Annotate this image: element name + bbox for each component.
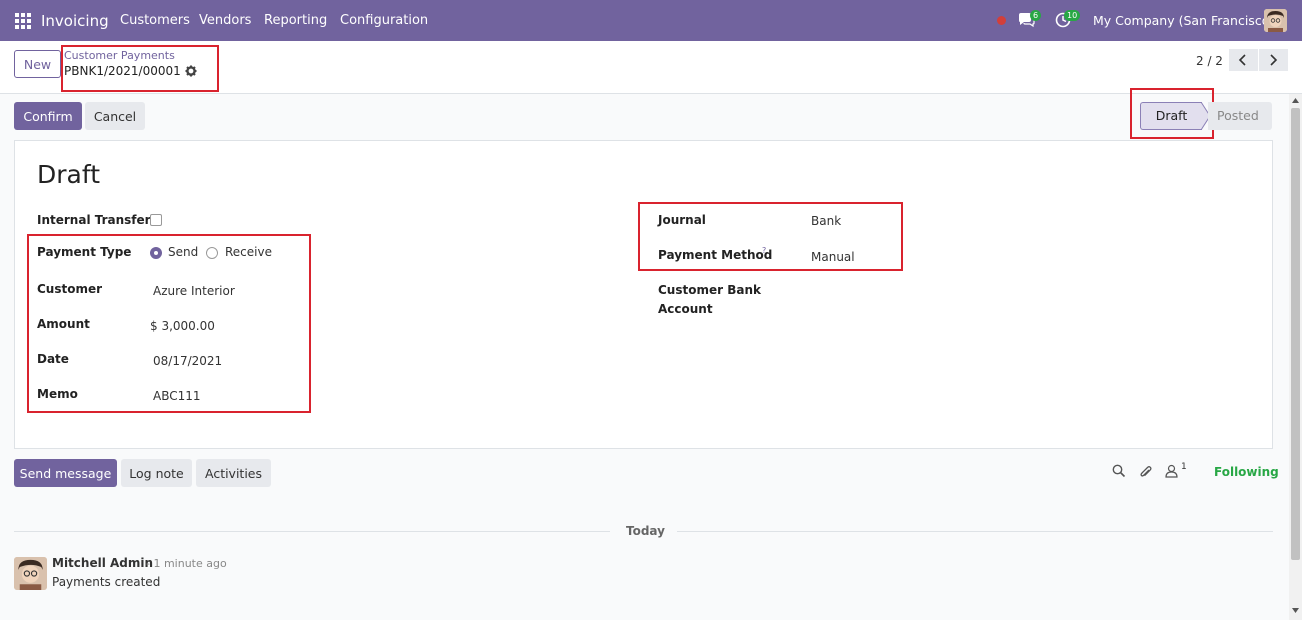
pager-value[interactable]: 2 / 2 bbox=[1196, 54, 1223, 68]
status-dot-icon bbox=[997, 16, 1006, 25]
memo-field[interactable]: ABC111 bbox=[153, 389, 201, 403]
scroll-down-icon[interactable] bbox=[1292, 608, 1299, 613]
app-name[interactable]: Invoicing bbox=[41, 12, 109, 30]
payment-method-label: Payment Method bbox=[658, 248, 773, 262]
internal-transfer-label: Internal Transfer bbox=[37, 213, 151, 227]
apps-grid-icon[interactable] bbox=[15, 13, 31, 29]
menu-item-reporting[interactable]: Reporting bbox=[264, 13, 327, 28]
payment-type-label: Payment Type bbox=[37, 245, 132, 259]
avatar[interactable] bbox=[14, 557, 47, 590]
message-author[interactable]: Mitchell Admin bbox=[52, 556, 153, 570]
chevron-right-icon bbox=[1270, 54, 1278, 66]
payment-type-send-radio[interactable] bbox=[150, 247, 162, 259]
customer-label: Customer bbox=[37, 282, 103, 296]
journal-label: Journal bbox=[658, 213, 706, 227]
company-switcher[interactable]: My Company (San Francisco) bbox=[1093, 13, 1274, 28]
memo-label: Memo bbox=[37, 387, 78, 401]
amount-field[interactable]: $ 3,000.00 bbox=[150, 319, 215, 333]
date-separator: Today bbox=[626, 524, 665, 538]
activities-badge: 10 bbox=[1064, 10, 1081, 21]
status-posted[interactable]: Posted bbox=[1208, 102, 1272, 130]
payment-method-field[interactable]: Manual bbox=[811, 250, 855, 264]
followers-count: 1 bbox=[1181, 462, 1187, 472]
date-label: Date bbox=[37, 352, 69, 366]
breadcrumb-current: PBNK1/2021/00001 bbox=[64, 64, 181, 78]
journal-field[interactable]: Bank bbox=[811, 214, 841, 228]
confirm-button[interactable]: Confirm bbox=[14, 102, 82, 130]
payment-type-receive-radio[interactable] bbox=[206, 247, 218, 259]
send-message-button[interactable]: Send message bbox=[14, 459, 117, 487]
top-navbar: Invoicing Customers Vendors Reporting Co… bbox=[0, 0, 1302, 41]
internal-transfer-checkbox[interactable] bbox=[150, 214, 162, 226]
paperclip-icon[interactable] bbox=[1139, 464, 1153, 483]
user-avatar[interactable] bbox=[1264, 9, 1287, 32]
breadcrumb-parent-link[interactable]: Customer Payments bbox=[64, 49, 175, 62]
date-divider-right bbox=[677, 531, 1273, 532]
record-title: Draft bbox=[37, 160, 101, 189]
payment-type-send-label[interactable]: Send bbox=[168, 245, 198, 259]
cancel-button[interactable]: Cancel bbox=[85, 102, 145, 130]
customer-bank-label: Customer Bank bbox=[658, 283, 761, 297]
user-icon[interactable] bbox=[1165, 464, 1178, 482]
menu-item-customers[interactable]: Customers bbox=[120, 13, 190, 28]
payment-type-receive-label[interactable]: Receive bbox=[225, 245, 272, 259]
scroll-up-icon[interactable] bbox=[1292, 98, 1299, 103]
amount-label: Amount bbox=[37, 317, 90, 331]
gear-icon[interactable] bbox=[185, 65, 197, 81]
date-divider-left bbox=[14, 531, 610, 532]
status-draft[interactable]: Draft bbox=[1140, 102, 1202, 130]
control-panel: New Customer Payments PBNK1/2021/00001 2… bbox=[0, 41, 1302, 94]
chevron-left-icon bbox=[1238, 54, 1246, 66]
menu-item-vendors[interactable]: Vendors bbox=[199, 13, 251, 28]
scrollbar[interactable] bbox=[1289, 94, 1302, 620]
message-body: Payments created bbox=[52, 575, 161, 589]
scroll-thumb[interactable] bbox=[1291, 108, 1300, 560]
search-icon[interactable] bbox=[1112, 464, 1126, 482]
activities-button[interactable]: Activities bbox=[196, 459, 271, 487]
date-field[interactable]: 08/17/2021 bbox=[153, 354, 222, 368]
messages-badge: 6 bbox=[1030, 10, 1042, 21]
new-button[interactable]: New bbox=[14, 50, 61, 78]
customer-bank-label-line2: Account bbox=[658, 302, 713, 316]
following-button[interactable]: Following bbox=[1214, 465, 1279, 479]
pager-previous-button[interactable] bbox=[1229, 49, 1258, 71]
customer-field[interactable]: Azure Interior bbox=[153, 284, 235, 298]
menu-item-configuration[interactable]: Configuration bbox=[340, 13, 428, 28]
payment-method-help-icon[interactable]: ? bbox=[762, 246, 766, 255]
log-note-button[interactable]: Log note bbox=[121, 459, 192, 487]
message-time: - 1 minute ago bbox=[146, 557, 227, 570]
pager-next-button[interactable] bbox=[1259, 49, 1288, 71]
